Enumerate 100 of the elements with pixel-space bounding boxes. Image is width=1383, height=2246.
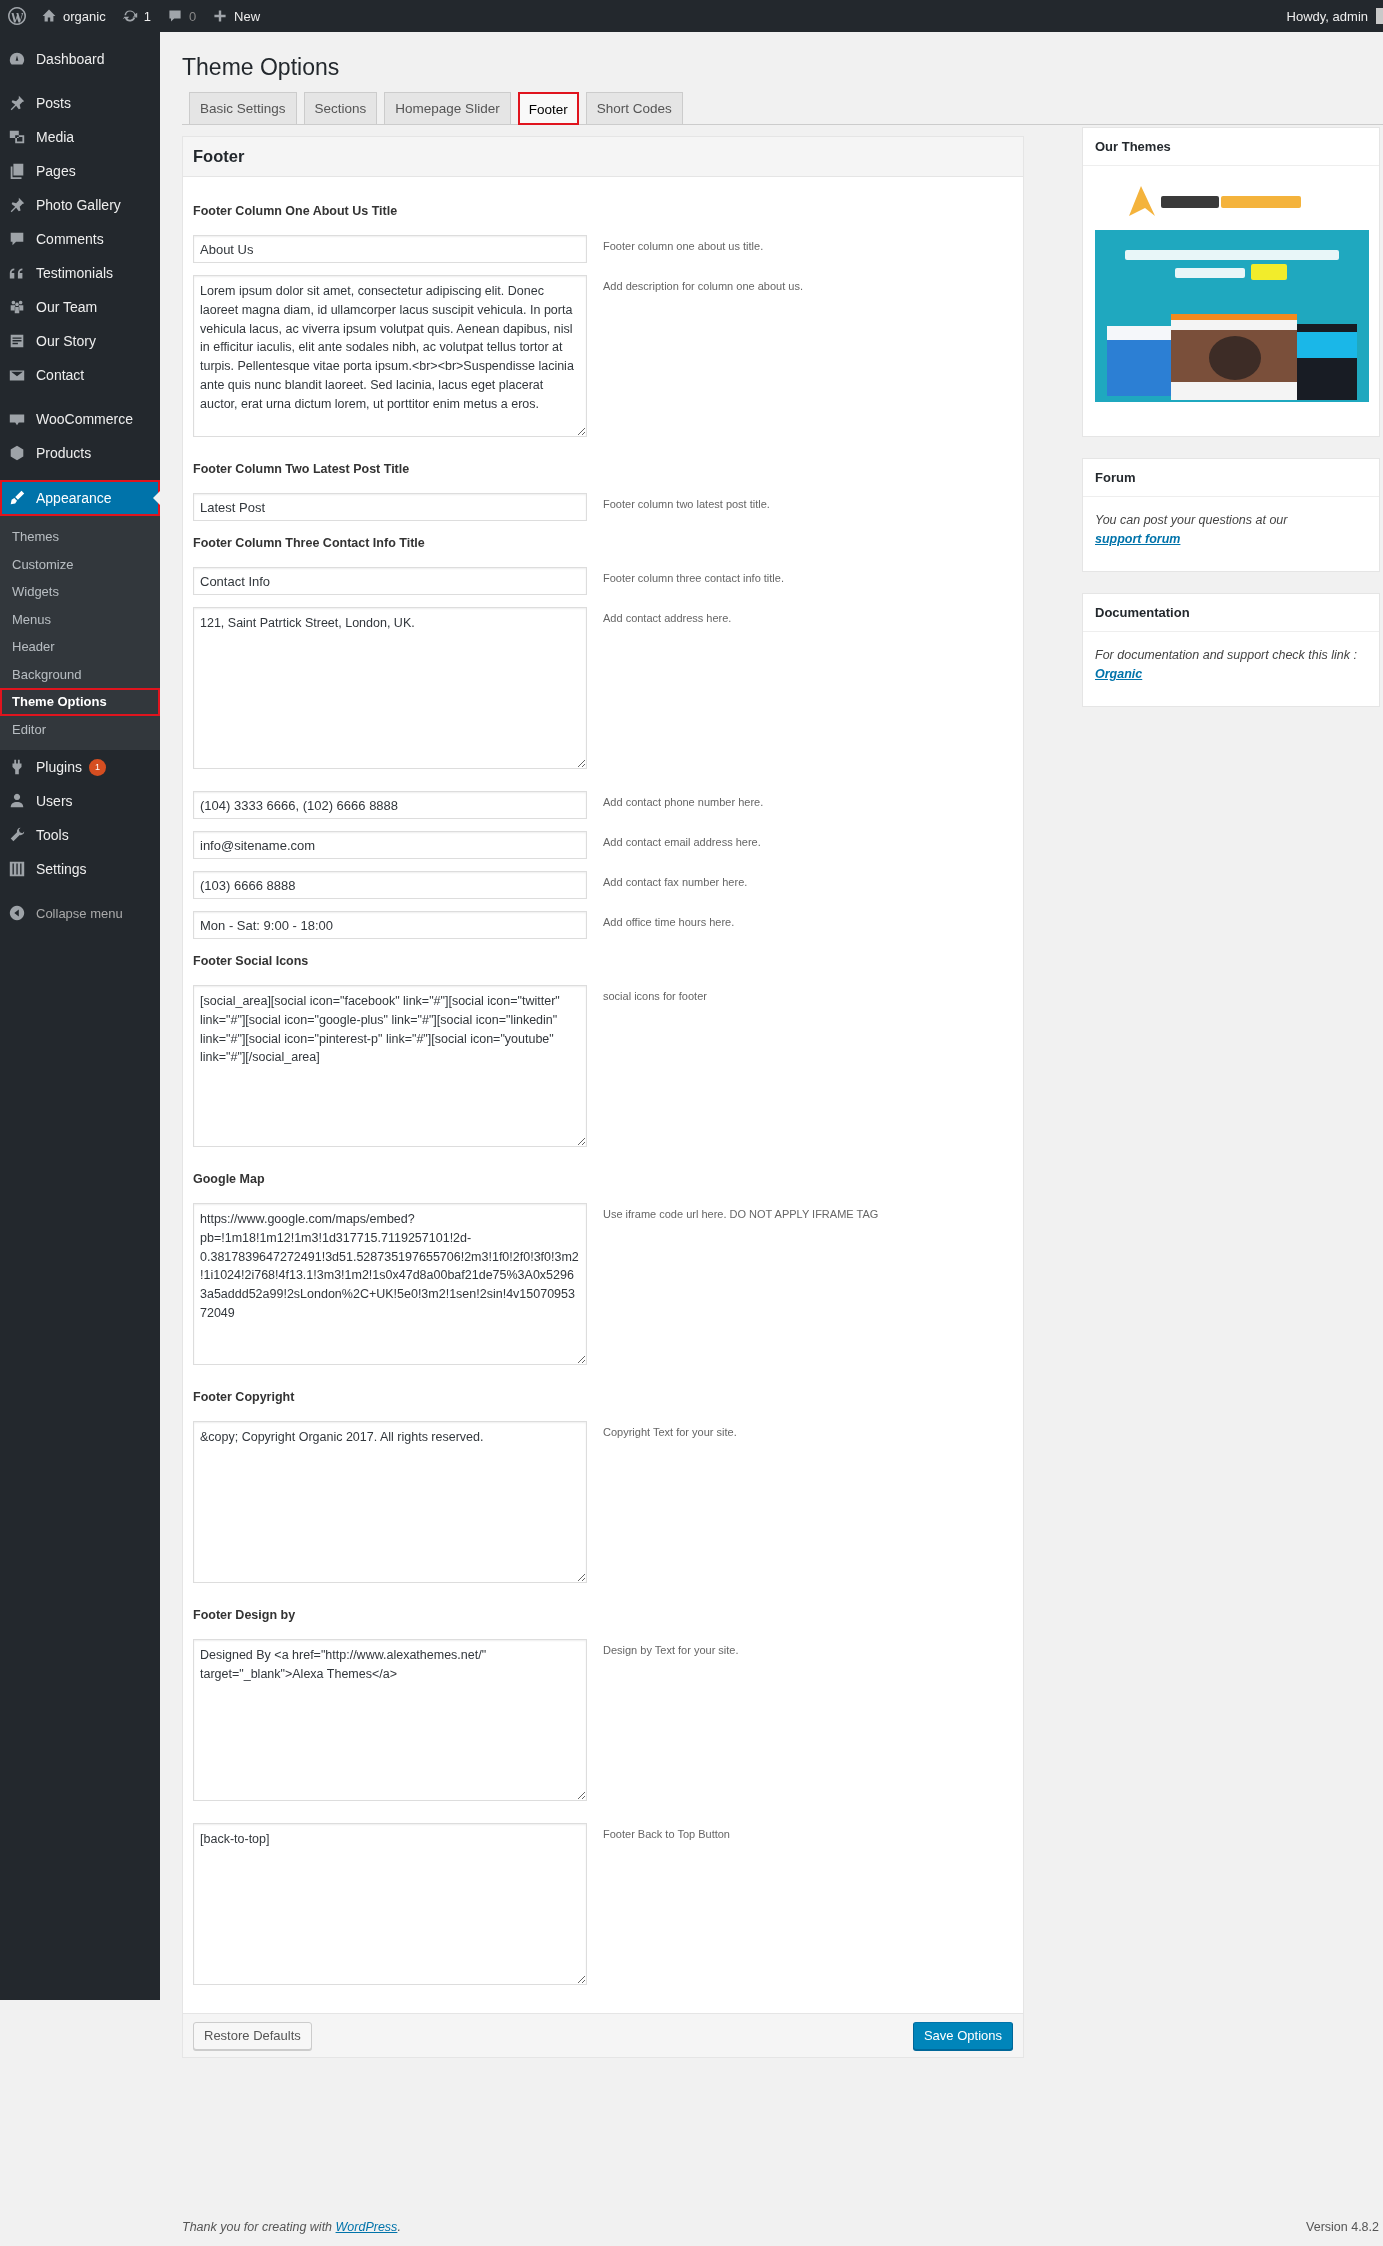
menu-item[interactable]: Appearance [0, 480, 160, 516]
field-label: Footer Social Icons [193, 953, 310, 970]
input-field[interactable]: (104) 3333 6666, (102) 6666 8888 [193, 791, 587, 819]
field-description: Footer Back to Top Button [603, 1827, 730, 1842]
plus-icon [212, 8, 229, 24]
menu-item[interactable]: Posts [0, 86, 160, 120]
version-text: Version 4.8.2 [1306, 2220, 1379, 2234]
field-description: Add contact address here. [603, 611, 732, 626]
field-description: Design by Text for your site. [603, 1643, 739, 1658]
comments-link[interactable]: 0 [166, 8, 197, 24]
speech-bubble-icon [166, 8, 183, 24]
input-field[interactable]: About Us [193, 235, 587, 263]
collapse-menu-button[interactable]: Collapse menu [0, 896, 160, 930]
menu-item[interactable]: WooCommerce [0, 402, 160, 436]
submenu-item[interactable]: Menus [0, 605, 160, 633]
menu-item[interactable]: Tools [0, 818, 160, 852]
field-description: Footer column three contact info title. [603, 571, 784, 586]
text-area[interactable]: [social_area][social icon="facebook" link="#"][social icon="twitter" link="#"][social icon="google-plus" link="#"][social icon="linkedin" link="#"][social icon="pinterest-p" link="#"][social icon="youtube" link="#"][/social_area] [193, 985, 587, 1147]
menu-item[interactable]: Testimonials [0, 256, 160, 290]
field-label: Footer Column Two Latest Post Title [193, 461, 411, 478]
cube-icon [8, 444, 26, 462]
field-description: Use iframe code url here. DO NOT APPLY IFRAME TAG [603, 1207, 879, 1222]
submenu-item[interactable]: Themes [0, 523, 160, 551]
field-description: social icons for footer [603, 989, 707, 1004]
submenu-item[interactable]: Customize [0, 550, 160, 578]
restore-defaults-button[interactable]: Restore Defaults [193, 2021, 312, 2050]
submenu-item[interactable]: Widgets [0, 578, 160, 606]
menu-item[interactable]: Dashboard [0, 42, 160, 76]
tab[interactable]: Basic Settings [189, 92, 297, 124]
field-description: Add contact phone number here. [603, 795, 764, 810]
tab[interactable]: Homepage Slider [384, 92, 511, 124]
site-link[interactable]: organic [41, 8, 106, 24]
link[interactable]: Organic [1095, 667, 1143, 681]
field-description: Footer column one about us title. [603, 239, 764, 254]
widget-text: For documentation and support check this link : Organic [1095, 647, 1358, 683]
menu-item[interactable]: Users [0, 784, 160, 818]
refresh-icon [121, 8, 138, 24]
wrench-icon [8, 826, 26, 844]
input-field[interactable]: info@sitename.com [193, 831, 587, 859]
widget-text: You can post your questions at our support forum [1095, 512, 1289, 548]
submenu-item[interactable]: Background [0, 660, 160, 688]
tab[interactable]: Sections [303, 92, 378, 124]
page-title: Theme Options [182, 53, 341, 82]
widget-title: Our Themes [1083, 128, 1379, 166]
submenu-item[interactable]: Editor [0, 715, 160, 743]
field-description: Copyright Text for your site. [603, 1425, 737, 1440]
user-icon [8, 792, 26, 810]
tab[interactable]: Short Codes [585, 92, 683, 124]
menu-item[interactable]: Comments [0, 222, 160, 256]
field-description: Add description for column one about us. [603, 279, 803, 294]
account-link[interactable]: Howdy, admin [1286, 8, 1368, 24]
menu-item[interactable]: Our Story [0, 324, 160, 358]
pages-icon [8, 162, 26, 180]
field-description: Add contact email address here. [603, 835, 761, 850]
field-label: Footer Copyright [193, 1389, 296, 1406]
updates-link[interactable]: 1 [121, 8, 151, 24]
save-options-button[interactable]: Save Options [912, 2021, 1013, 2050]
text-area[interactable]: Lorem ipsum dolor sit amet, consectetur adipiscing elit. Donec laoreet magna diam, id ullamcorper lacus suscipit vehicula. In porta vehicula lacus, ac viverra ipsum volutpat quis. Aenean dapibus, nisl in efficitur iaculis, elit ante sodales nibh, ac volutpat tellus tortor at turpis. Pellentesque vitae porta ipsum.<br><br>Suspendisse lacinia ante quis nunc blandit laoreet. Sed lacinia, lacus eget placerat auctor, erat urna dictum lorem, ut porttitor enim metus a eros. [193, 275, 587, 437]
menu-item[interactable]: Photo Gallery [0, 188, 160, 222]
widget-title: Forum [1083, 459, 1379, 497]
logo-icon[interactable] [7, 6, 27, 26]
widget-title: Documentation [1083, 594, 1379, 632]
input-field[interactable]: (103) 6666 8888 [193, 871, 587, 899]
text-area[interactable]: https://www.google.com/maps/embed?pb=!1m18!1m12!1m3!1d317715.7119257101!2d-0.3817839647272491!3d51.528735197655706!2m3!1f0!2f0!3f0!3m2!1i1024!2i768!4f13.1!3m3!1m2!1s0x47d8a00baf21de75%3A0x52963a5addd52a99!2sLondon%2C+UK!5e0!3m2!1sen!2sin!4v1507095372049 [193, 1203, 587, 1365]
field-description: Footer column two latest post title. [603, 497, 770, 512]
field-label: Footer Column One About Us Title [193, 203, 399, 220]
menu-item[interactable]: Our Team [0, 290, 160, 324]
field-label: Footer Design by [193, 1607, 297, 1624]
field-description: Add office time hours here. [603, 915, 735, 930]
menu-item[interactable]: Media [0, 120, 160, 154]
menu-item[interactable]: Contact [0, 358, 160, 392]
text-area[interactable]: Designed By <a href="http://www.alexathemes.net/" target="_blank">Alexa Themes</a> [193, 1639, 587, 1801]
document-icon [8, 332, 26, 350]
collapse-icon [8, 904, 26, 922]
menu-item[interactable]: Pages [0, 154, 160, 188]
text-area[interactable]: [back-to-top] [193, 1823, 587, 1985]
menu-item[interactable]: Products [0, 436, 160, 470]
field-label: Google Map [193, 1171, 266, 1188]
count-badge: 1 [88, 758, 106, 776]
input-field[interactable]: Latest Post [193, 493, 587, 521]
brush-icon [8, 489, 26, 507]
submenu-item[interactable]: Theme Options [0, 688, 160, 716]
tab[interactable]: Footer [517, 92, 579, 125]
pin-icon [8, 94, 26, 112]
menu-item[interactable]: Plugins 1 [0, 750, 160, 784]
pin-icon [8, 196, 26, 214]
input-field[interactable]: Contact Info [193, 567, 587, 595]
panel-heading: Footer [183, 137, 1023, 177]
text-area[interactable]: 121, Saint Patrtick Street, London, UK. [193, 607, 587, 769]
menu-item[interactable]: Settings [0, 852, 160, 886]
field-label: Footer Column Three Contact Info Title [193, 535, 426, 552]
home-icon [41, 8, 57, 24]
new-link[interactable]: New [212, 8, 261, 24]
input-field[interactable]: Mon - Sat: 9:00 - 18:00 [193, 911, 587, 939]
group-icon [8, 298, 26, 316]
field-description: Add contact fax number here. [603, 875, 748, 890]
submenu-item[interactable]: Header [0, 633, 160, 661]
link[interactable]: support forum [1095, 532, 1181, 546]
text-area[interactable]: &copy; Copyright Organic 2017. All rights reserved. [193, 1421, 587, 1583]
footer-text: Thank you for creating with WordPress. [182, 2220, 401, 2234]
